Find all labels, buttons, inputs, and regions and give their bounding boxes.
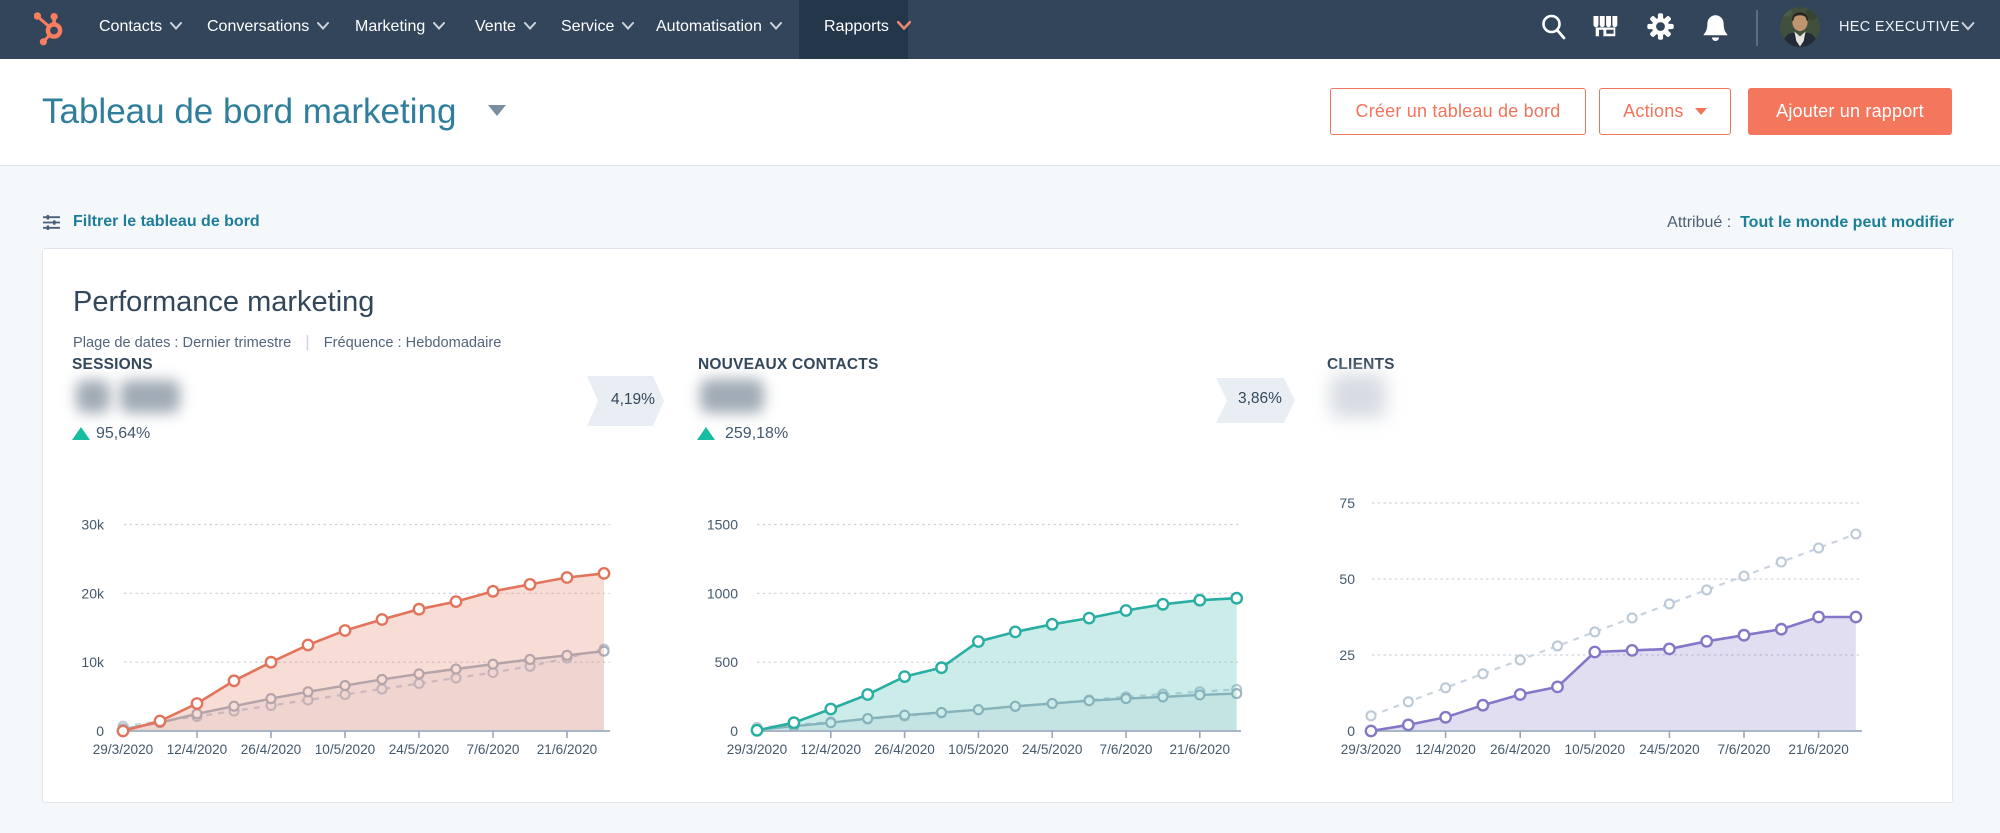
svg-text:26/4/2020: 26/4/2020 — [874, 742, 935, 757]
svg-text:21/6/2020: 21/6/2020 — [1788, 742, 1849, 757]
svg-text:7/6/2020: 7/6/2020 — [467, 742, 520, 757]
svg-text:10/5/2020: 10/5/2020 — [948, 742, 1009, 757]
svg-text:12/4/2020: 12/4/2020 — [801, 742, 862, 757]
svg-text:30k: 30k — [81, 517, 105, 533]
svg-text:12/4/2020: 12/4/2020 — [167, 742, 228, 757]
svg-text:10/5/2020: 10/5/2020 — [315, 742, 376, 757]
svg-text:10/5/2020: 10/5/2020 — [1565, 742, 1626, 757]
svg-text:20k: 20k — [81, 585, 105, 601]
svg-text:29/3/2020: 29/3/2020 — [1341, 742, 1402, 757]
svg-text:24/5/2020: 24/5/2020 — [1639, 742, 1700, 757]
svg-text:10k: 10k — [81, 654, 105, 670]
svg-text:25: 25 — [1339, 647, 1355, 663]
svg-text:7/6/2020: 7/6/2020 — [1718, 742, 1771, 757]
svg-text:1000: 1000 — [707, 585, 738, 601]
svg-text:29/3/2020: 29/3/2020 — [93, 742, 154, 757]
svg-text:HEC EXECUTIVE: HEC EXECUTIVE — [1839, 19, 1960, 35]
svg-text:26/4/2020: 26/4/2020 — [1490, 742, 1551, 757]
svg-text:75: 75 — [1339, 495, 1355, 511]
svg-text:0: 0 — [730, 723, 738, 739]
svg-text:0: 0 — [1347, 723, 1355, 739]
svg-text:24/5/2020: 24/5/2020 — [389, 742, 450, 757]
svg-text:29/3/2020: 29/3/2020 — [727, 742, 788, 757]
svg-text:50: 50 — [1339, 571, 1355, 587]
svg-text:12/4/2020: 12/4/2020 — [1415, 742, 1476, 757]
svg-text:7/6/2020: 7/6/2020 — [1100, 742, 1153, 757]
svg-text:21/6/2020: 21/6/2020 — [537, 742, 598, 757]
svg-text:26/4/2020: 26/4/2020 — [241, 742, 302, 757]
svg-text:21/6/2020: 21/6/2020 — [1170, 742, 1231, 757]
svg-text:500: 500 — [715, 654, 739, 670]
svg-text:24/5/2020: 24/5/2020 — [1022, 742, 1083, 757]
svg-text:1500: 1500 — [707, 517, 738, 533]
svg-text:0: 0 — [96, 723, 104, 739]
